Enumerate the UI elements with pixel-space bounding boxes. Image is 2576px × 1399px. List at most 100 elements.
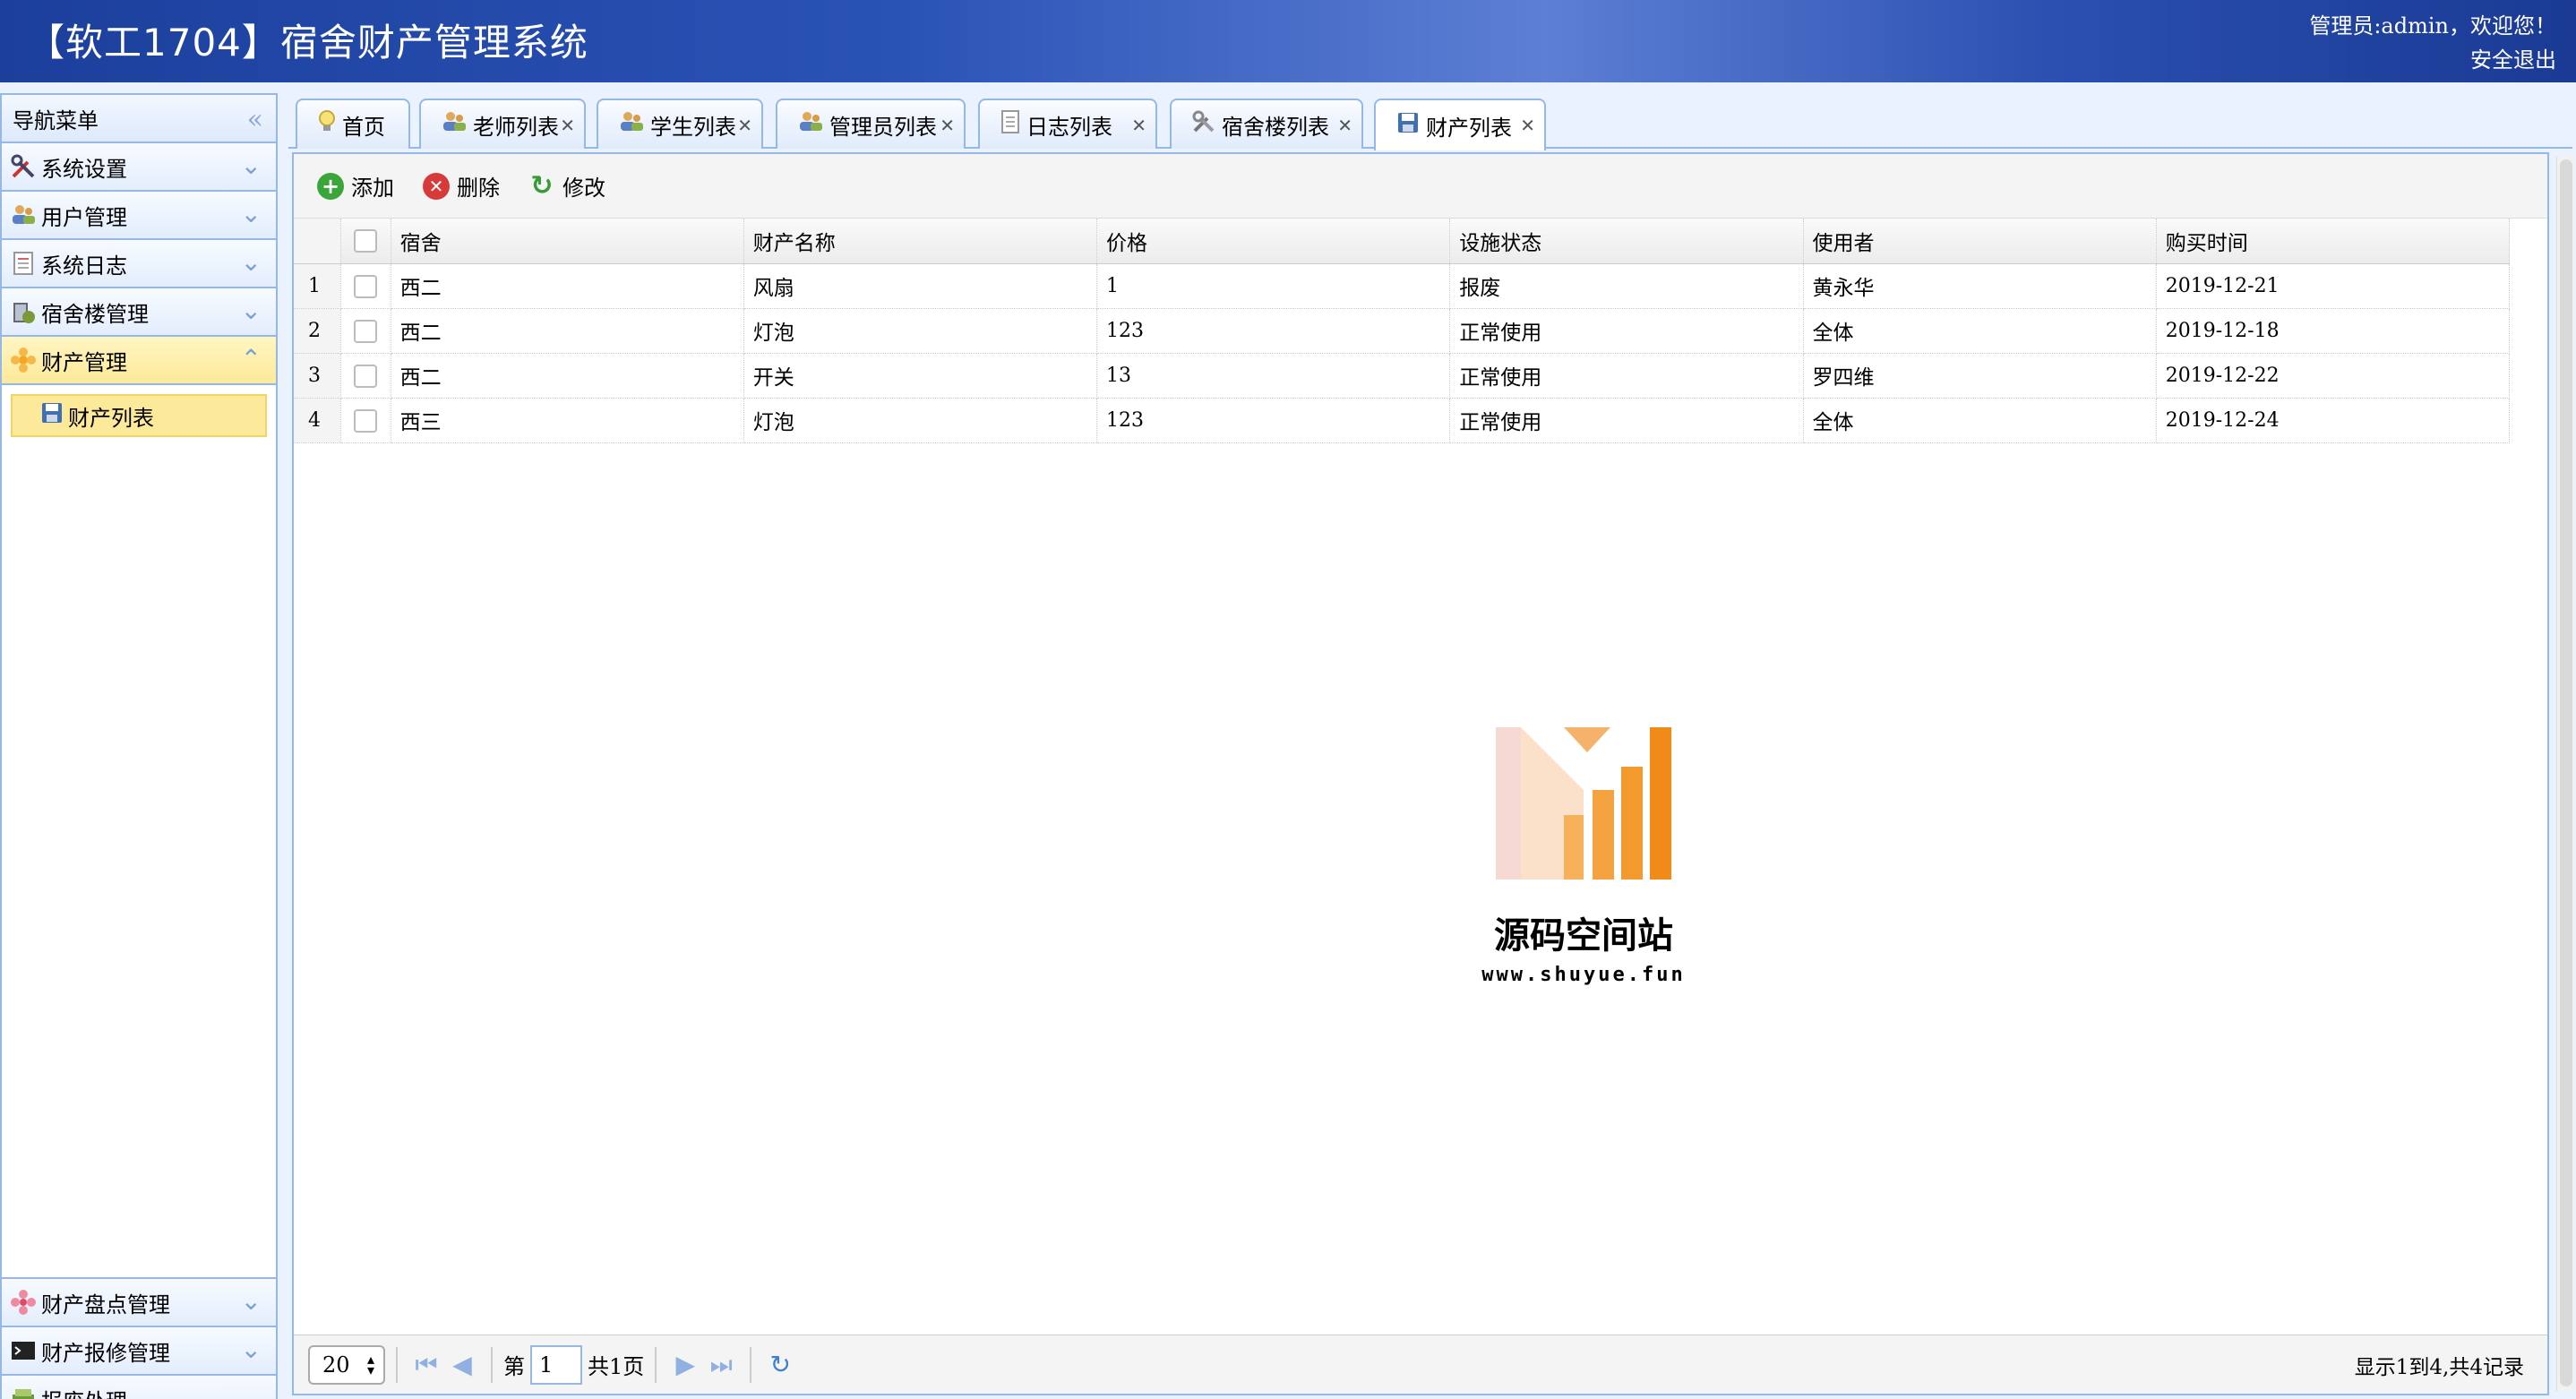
column-header-dorm[interactable]: 宿舍: [391, 219, 744, 264]
edit-button[interactable]: ↻ 修改: [528, 170, 605, 202]
sidebar-item-system-log[interactable]: 系统日志 ⌄: [2, 240, 276, 288]
tab-label: 学生列表: [650, 114, 736, 140]
select-all-checkbox[interactable]: [354, 229, 378, 253]
watermark-logo: [1496, 727, 1671, 880]
refresh-icon[interactable]: ↻: [762, 1350, 798, 1379]
cell-price: 123: [1096, 308, 1451, 354]
tab-dorm-building-list[interactable]: 宿舍楼列表 ✕: [1170, 99, 1363, 149]
tab-label: 日志列表: [1026, 114, 1112, 140]
plus-icon: +: [317, 172, 344, 200]
users-icon: [797, 109, 824, 140]
sidebar-item-label: 用户管理: [41, 204, 127, 230]
save-icon: [1395, 110, 1421, 141]
pagination-bar: 20 ▴ ▾ ⏮ ◀ 第 1 共1页 ▶ ⏭ ↻ 显示1到4,共4记录: [294, 1335, 2547, 1394]
box-icon: [9, 1385, 38, 1399]
close-icon[interactable]: ✕: [1337, 115, 1352, 136]
row-checkbox[interactable]: [354, 364, 378, 388]
chevron-down-icon: ⌄: [240, 1335, 262, 1364]
column-header-price[interactable]: 价格: [1096, 219, 1451, 264]
submenu-area: 财产列表: [2, 385, 276, 1279]
watermark: 源码空间站 www.shuyue.fun: [1476, 727, 1691, 986]
sidebar-header: 导航菜单 «: [2, 95, 276, 143]
cell-asset-name: 风扇: [743, 263, 1098, 309]
cell-dorm: 西二: [391, 353, 744, 399]
row-checkbox[interactable]: [354, 274, 378, 298]
row-number: 2: [294, 308, 341, 354]
row-checkbox[interactable]: [354, 408, 378, 433]
cell-user: 全体: [1803, 398, 2157, 443]
cell-price: 123: [1096, 398, 1451, 443]
tab-asset-list[interactable]: 财产列表 ✕: [1374, 99, 1546, 150]
submenu-item-label: 财产列表: [68, 405, 154, 431]
close-icon[interactable]: ✕: [940, 115, 955, 136]
pager-separator: [396, 1346, 398, 1383]
sidebar-item-dorm-building[interactable]: 宿舍楼管理 ⌄: [2, 288, 276, 337]
sidebar-item-asset-inventory[interactable]: 财产盘点管理 ⌄: [2, 1279, 276, 1327]
logout-link[interactable]: 安全退出: [2309, 43, 2556, 77]
row-checkbox[interactable]: [354, 319, 378, 343]
chevron-up-icon: ⌃: [240, 344, 262, 373]
add-button[interactable]: + 添加: [317, 170, 394, 202]
pager-info: 显示1到4,共4记录: [2354, 1355, 2524, 1379]
submenu-item-asset-list[interactable]: 财产列表: [11, 394, 267, 437]
tab-home[interactable]: 首页: [296, 99, 410, 149]
tab-teacher-list[interactable]: 老师列表 ✕: [419, 99, 586, 149]
tab-label: 宿舍楼列表: [1222, 114, 1329, 140]
row-checkbox-cell: [340, 398, 391, 443]
page-size-value: 20: [322, 1352, 350, 1378]
column-header-asset-name[interactable]: 财产名称: [743, 219, 1098, 264]
column-header-status[interactable]: 设施状态: [1449, 219, 1804, 264]
scrollbar-thumb[interactable]: [2560, 159, 2572, 1386]
sidebar-item-asset-repair[interactable]: 财产报修管理 ⌄: [2, 1327, 276, 1376]
cell-status: 正常使用: [1449, 353, 1804, 399]
chevron-down-icon: ⌄: [240, 1383, 262, 1399]
sidebar: 导航菜单 « 系统设置 ⌄ 用户管理 ⌄ 系统日志 ⌄ 宿舍楼管理 ⌄ 财产管理: [0, 93, 278, 1399]
next-page-icon[interactable]: ▶: [667, 1350, 703, 1379]
tab-student-list[interactable]: 学生列表 ✕: [597, 99, 763, 149]
user-area: 管理员:admin，欢迎您！ 安全退出: [2309, 9, 2556, 77]
cell-price: 1: [1096, 263, 1451, 309]
sidebar-item-label: 财产报修管理: [41, 1340, 170, 1366]
table-row[interactable]: 1 西二 风扇 1 报废 黄永华 2019-12-21: [294, 263, 2511, 309]
double-chevron-left-icon[interactable]: «: [247, 104, 263, 135]
row-checkbox-cell: [340, 353, 391, 399]
row-number: 3: [294, 353, 341, 399]
page-total: 共1页: [588, 1354, 645, 1379]
column-header-user[interactable]: 使用者: [1803, 219, 2157, 264]
user-greeting: 管理员:admin，欢迎您！: [2309, 13, 2556, 39]
log-icon: [1000, 109, 1021, 140]
close-icon[interactable]: ✕: [560, 115, 575, 136]
last-page-icon[interactable]: ⏭: [703, 1350, 739, 1380]
column-header-purchase-date[interactable]: 购买时间: [2156, 219, 2511, 264]
sidebar-item-scrap-processing[interactable]: 报废处理 ⌄: [2, 1376, 276, 1399]
sidebar-item-system-settings[interactable]: 系统设置 ⌄: [2, 143, 276, 192]
page-size-select[interactable]: 20 ▴ ▾: [308, 1344, 385, 1385]
sidebar-item-label: 宿舍楼管理: [41, 301, 149, 327]
pager-separator: [750, 1346, 752, 1383]
table-row[interactable]: 3 西二 开关 13 正常使用 罗四维 2019-12-22: [294, 353, 2511, 399]
cell-asset-name: 灯泡: [743, 308, 1098, 354]
delete-button[interactable]: ✕ 删除: [423, 170, 500, 202]
cell-status: 报废: [1449, 263, 1804, 309]
users-icon: [9, 201, 38, 229]
first-page-icon[interactable]: ⏮: [408, 1350, 444, 1380]
tab-label: 首页: [342, 114, 385, 140]
tab-log-list[interactable]: 日志列表 ✕: [978, 99, 1157, 149]
close-icon[interactable]: ✕: [1520, 115, 1535, 136]
asset-table: 宿舍 财产名称 价格 设施状态 使用者 购买时间 1 西二 风扇 1 报废 黄永…: [294, 219, 2511, 443]
close-icon[interactable]: ✕: [1131, 115, 1146, 136]
chevron-down-icon: ⌄: [240, 199, 262, 228]
table-row[interactable]: 2 西二 灯泡 123 正常使用 全体 2019-12-18: [294, 308, 2511, 354]
sidebar-item-user-management[interactable]: 用户管理 ⌄: [2, 192, 276, 240]
page-number-input[interactable]: 1: [530, 1344, 582, 1385]
cell-purchase-date: 2019-12-18: [2156, 308, 2511, 354]
tab-admin-list[interactable]: 管理员列表 ✕: [776, 99, 966, 149]
sidebar-item-label: 财产管理: [41, 349, 127, 375]
prev-page-icon[interactable]: ◀: [444, 1350, 480, 1379]
table-row[interactable]: 4 西三 灯泡 123 正常使用 全体 2019-12-24: [294, 398, 2511, 443]
close-icon[interactable]: ✕: [737, 115, 752, 136]
vertical-scrollbar[interactable]: [2556, 156, 2574, 1392]
delete-icon: ✕: [423, 172, 450, 200]
sidebar-item-asset-management[interactable]: 财产管理 ⌃: [2, 337, 276, 385]
edit-label: 修改: [562, 176, 605, 201]
